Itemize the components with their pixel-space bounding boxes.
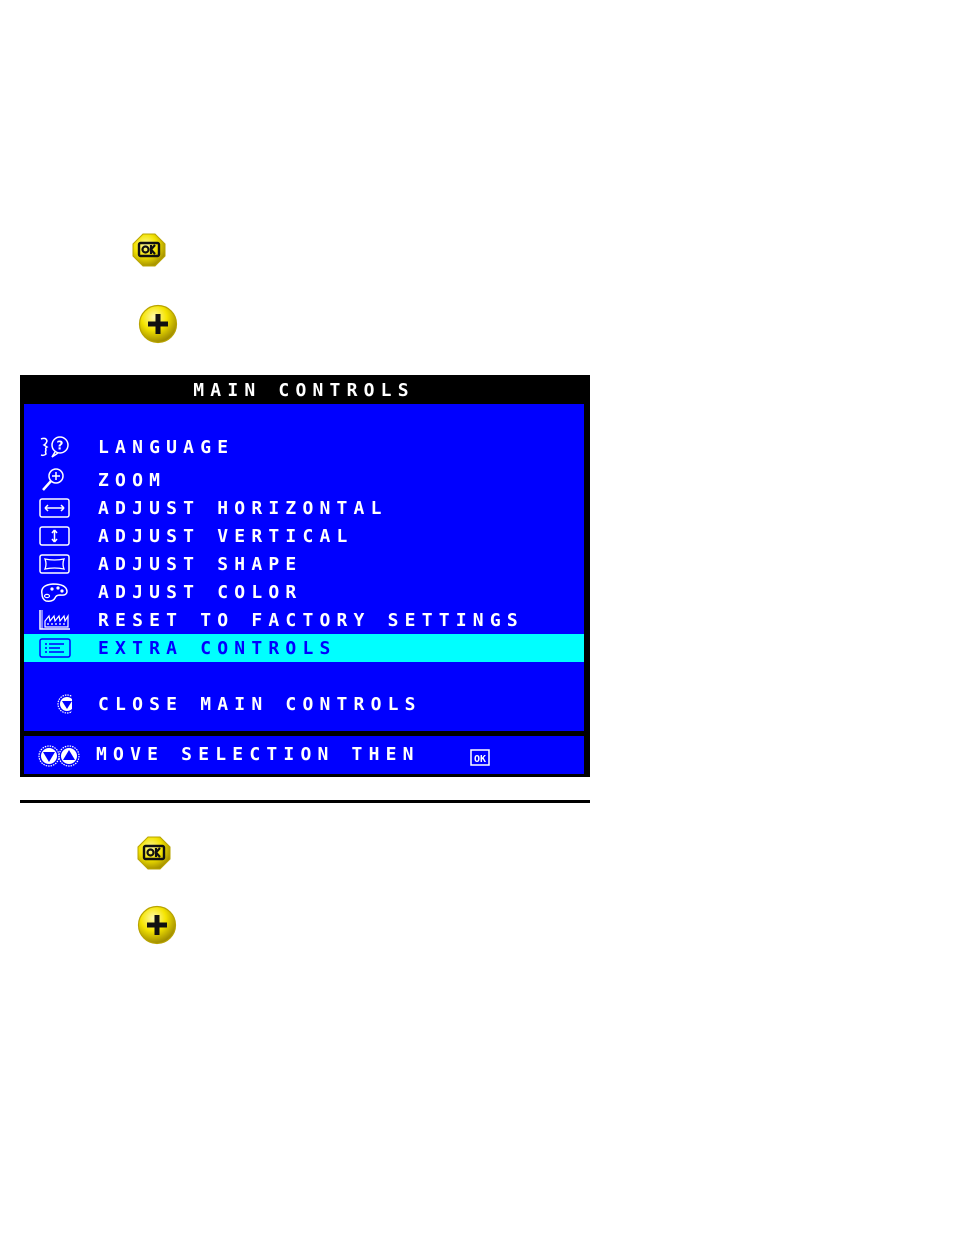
menu-item-label: LANGUAGE: [98, 437, 235, 458]
menu-item-label: EXTRA CONTROLS: [98, 638, 337, 659]
adjust-color-icon: [40, 583, 68, 602]
ok-key-icon: OK: [470, 749, 490, 766]
menu-item-reset-factory[interactable]: RESET TO FACTORY SETTINGS: [24, 606, 584, 634]
factory-icon: [39, 610, 70, 630]
menu-item-zoom[interactable]: ZOOM: [24, 466, 584, 494]
adjust-horizontal-icon: [39, 498, 70, 518]
plus-button-icon: [138, 304, 178, 344]
horizontal-rule: [20, 800, 590, 803]
ok-button-icon: [132, 233, 166, 267]
menu-list: ? LANGUAGE ZOOM ADJUST HORIZONTAL ADJUST…: [24, 404, 584, 731]
zoom-icon: [42, 468, 64, 491]
menu-item-label: ADJUST SHAPE: [98, 554, 303, 575]
language-icon: ?: [40, 436, 69, 458]
panel-title: MAIN CONTROLS: [24, 376, 584, 403]
down-arrow-circle-icon: [57, 694, 72, 714]
menu-item-label: ADJUST COLOR: [98, 582, 303, 603]
menu-item-label: RESET TO FACTORY SETTINGS: [98, 610, 524, 631]
menu-item-extra-controls[interactable]: EXTRA CONTROLS: [24, 634, 584, 662]
svg-text:OK: OK: [474, 754, 486, 765]
close-label: CLOSE MAIN CONTROLS: [98, 694, 422, 715]
close-main-controls[interactable]: CLOSE MAIN CONTROLS: [24, 690, 584, 718]
plus-button-icon: [137, 905, 177, 945]
menu-item-language[interactable]: ? LANGUAGE: [24, 433, 584, 461]
main-controls-panel: MAIN CONTROLS ? LANGUAGE ZOOM ADJUST HOR…: [20, 375, 590, 777]
menu-item-adjust-horizontal[interactable]: ADJUST HORIZONTAL: [24, 494, 584, 522]
footer-label: MOVE SELECTION THEN: [96, 744, 420, 765]
adjust-shape-icon: [39, 554, 70, 574]
menu-item-label: ZOOM: [98, 470, 167, 491]
menu-item-label: ADJUST VERTICAL: [98, 526, 354, 547]
footer-hint: MOVE SELECTION THEN OK: [24, 736, 584, 774]
svg-text:?: ?: [57, 439, 64, 453]
extra-controls-icon: [39, 638, 71, 658]
menu-item-label: ADJUST HORIZONTAL: [98, 498, 388, 519]
menu-item-adjust-color[interactable]: ADJUST COLOR: [24, 578, 584, 606]
menu-item-adjust-shape[interactable]: ADJUST SHAPE: [24, 550, 584, 578]
ok-button-icon: [137, 836, 171, 870]
menu-item-adjust-vertical[interactable]: ADJUST VERTICAL: [24, 522, 584, 550]
up-down-arrows-icon: [38, 745, 80, 767]
adjust-vertical-icon: [39, 526, 70, 546]
